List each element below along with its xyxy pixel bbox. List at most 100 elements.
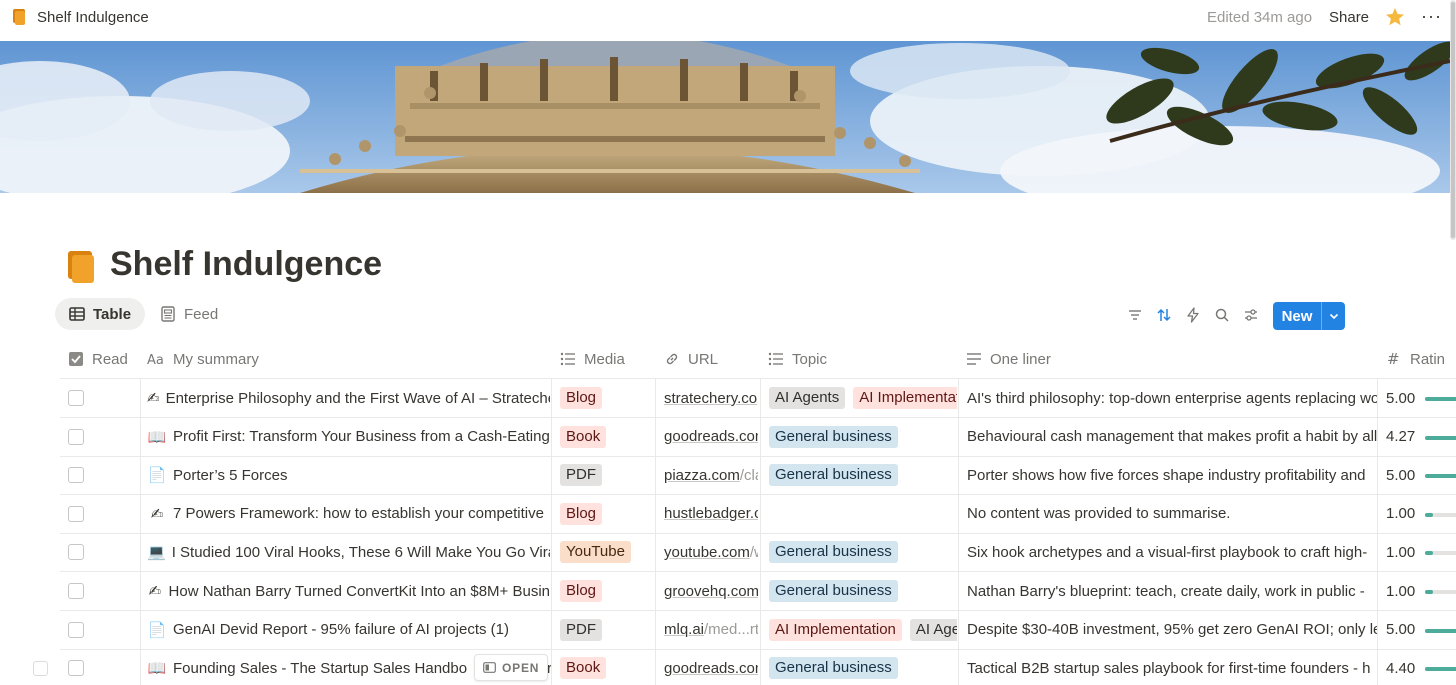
rating-cell[interactable]: 1.00 bbox=[1386, 495, 1426, 533]
book-icon[interactable] bbox=[66, 251, 96, 283]
summary-cell[interactable]: 📄 Porter’s 5 Forces bbox=[147, 456, 550, 494]
open-button[interactable]: OPEN bbox=[474, 654, 549, 682]
oneliner-cell[interactable]: Tactical B2B startup sales playbook for … bbox=[967, 649, 1377, 685]
column-header-rating[interactable]: # Ratin bbox=[1386, 340, 1445, 378]
row-select-checkbox[interactable] bbox=[33, 661, 48, 677]
url-cell[interactable]: mlq.ai/med...rt bbox=[664, 611, 758, 649]
oneliner-cell[interactable]: Behavioural cash management that makes p… bbox=[967, 418, 1377, 456]
rating-cell[interactable]: 4.27 bbox=[1386, 418, 1426, 456]
media-cell[interactable]: PDF bbox=[560, 456, 654, 494]
topic-cell[interactable]: General business bbox=[769, 533, 957, 571]
media-cell[interactable]: Book bbox=[560, 418, 654, 456]
url-cell[interactable]: stratechery.co bbox=[664, 379, 758, 417]
topic-cell[interactable]: General business bbox=[769, 418, 957, 456]
table-row[interactable]: 📄 GenAI Devid Report - 95% failure of AI … bbox=[0, 611, 1456, 650]
url-cell[interactable]: goodreads.com bbox=[664, 418, 758, 456]
favorite-star-icon[interactable] bbox=[1385, 7, 1405, 27]
rating-cell[interactable]: 5.00 bbox=[1386, 456, 1426, 494]
oneliner-cell[interactable]: Porter shows how five forces shape indus… bbox=[967, 456, 1377, 494]
summary-cell[interactable]: ✍ 7 Powers Framework: how to establish yo… bbox=[147, 495, 550, 533]
summary-cell[interactable]: 📄 GenAI Devid Report - 95% failure of AI … bbox=[147, 611, 550, 649]
summary-cell[interactable]: ✍ How Nathan Barry Turned ConvertKit Into… bbox=[147, 572, 550, 610]
tab-table[interactable]: Table bbox=[55, 298, 146, 330]
read-checkbox[interactable] bbox=[68, 544, 84, 561]
table-row[interactable]: 📖 Founding Sales - The Startup Sales Hand… bbox=[0, 649, 1456, 685]
feed-icon bbox=[161, 306, 175, 322]
summary-cell[interactable]: ✍ Enterprise Philosophy and the First Wav… bbox=[147, 379, 550, 417]
media-cell[interactable]: Blog bbox=[560, 495, 654, 533]
tab-feed[interactable]: Feed bbox=[146, 298, 232, 330]
url-cell[interactable]: goodreads.com bbox=[664, 649, 758, 685]
rating-cell[interactable]: 1.00 bbox=[1386, 533, 1426, 571]
column-header-topic[interactable]: Topic bbox=[768, 340, 827, 378]
page-title[interactable]: Shelf Indulgence bbox=[110, 245, 382, 284]
automation-icon[interactable] bbox=[1185, 307, 1201, 323]
column-header-read[interactable]: Read bbox=[68, 340, 128, 378]
url-link[interactable]: piazza.com bbox=[664, 467, 740, 484]
read-checkbox[interactable] bbox=[68, 621, 84, 638]
read-checkbox[interactable] bbox=[68, 428, 84, 445]
table-row[interactable]: ✍ How Nathan Barry Turned ConvertKit Into… bbox=[0, 572, 1456, 611]
topic-cell[interactable]: AI Implementation AI Agents bbox=[769, 611, 957, 649]
oneliner-cell[interactable]: Six hook archetypes and a visual-first p… bbox=[967, 533, 1377, 571]
url-cell[interactable]: hustlebadger.c bbox=[664, 495, 758, 533]
search-icon[interactable] bbox=[1214, 307, 1230, 323]
rating-cell[interactable]: 1.00 bbox=[1386, 572, 1426, 610]
column-header-url[interactable]: URL bbox=[664, 340, 718, 378]
oneliner-cell[interactable]: Nathan Barry's blueprint: teach, create … bbox=[967, 572, 1377, 610]
chevron-down-icon[interactable] bbox=[1322, 310, 1345, 322]
url-cell[interactable]: piazza.com/cla bbox=[664, 456, 758, 494]
sort-icon[interactable] bbox=[1156, 307, 1172, 323]
table-row[interactable]: 💻 I Studied 100 Viral Hooks, These 6 Will… bbox=[0, 533, 1456, 573]
rating-bar bbox=[1425, 590, 1456, 594]
topic-cell[interactable]: General business bbox=[769, 572, 957, 610]
url-link[interactable]: goodreads.com bbox=[664, 660, 758, 677]
table-row[interactable]: 📖 Profit First: Transform Your Business f… bbox=[0, 418, 1456, 457]
url-link[interactable]: hustlebadger.c bbox=[664, 505, 758, 522]
table-row[interactable]: ✍ 7 Powers Framework: how to establish yo… bbox=[0, 495, 1456, 534]
rating-bar bbox=[1425, 551, 1456, 556]
read-checkbox[interactable] bbox=[68, 505, 84, 522]
topic-cell[interactable]: General business bbox=[769, 456, 957, 494]
rating-cell[interactable]: 4.40 bbox=[1386, 649, 1426, 685]
new-button[interactable]: New bbox=[1273, 302, 1345, 330]
read-checkbox[interactable] bbox=[68, 390, 84, 406]
settings-icon[interactable] bbox=[1243, 307, 1259, 323]
media-cell[interactable]: Blog bbox=[560, 379, 654, 417]
share-button[interactable]: Share bbox=[1329, 9, 1369, 26]
oneliner-cell[interactable]: Despite $30-40B investment, 95% get zero… bbox=[967, 611, 1377, 649]
column-header-summary[interactable]: Aa My summary bbox=[147, 340, 259, 378]
column-header-media[interactable]: Media bbox=[560, 340, 625, 378]
summary-cell[interactable]: 💻 I Studied 100 Viral Hooks, These 6 Will… bbox=[147, 533, 550, 571]
column-header-oneliner[interactable]: One liner bbox=[966, 340, 1051, 378]
table-row[interactable]: ✍ Enterprise Philosophy and the First Wav… bbox=[0, 379, 1456, 418]
url-link[interactable]: groovehq.com bbox=[664, 583, 758, 600]
filter-icon[interactable] bbox=[1127, 307, 1143, 323]
url-link[interactable]: mlq.ai bbox=[664, 621, 704, 638]
url-cell[interactable]: youtube.com/w bbox=[664, 533, 758, 571]
rating-cell[interactable]: 5.00 bbox=[1386, 611, 1426, 649]
read-checkbox[interactable] bbox=[68, 583, 84, 599]
breadcrumb-page-title[interactable]: Shelf Indulgence bbox=[37, 9, 149, 26]
topic-cell[interactable]: AI Agents AI Implementation bbox=[769, 379, 957, 417]
url-link[interactable]: goodreads.com bbox=[664, 428, 758, 445]
topic-cell[interactable] bbox=[769, 495, 957, 533]
table-row[interactable]: 📄 Porter’s 5 Forces PDF piazza.com/cla Gener… bbox=[0, 456, 1456, 496]
url-link[interactable]: youtube.com bbox=[664, 544, 750, 561]
url-cell[interactable]: groovehq.com bbox=[664, 572, 758, 610]
more-options-button[interactable]: ··· bbox=[1421, 6, 1442, 27]
read-checkbox[interactable] bbox=[68, 660, 84, 677]
summary-cell[interactable]: 📖 Profit First: Transform Your Business f… bbox=[147, 418, 550, 456]
oneliner-cell[interactable]: AI's third philosophy: top-down enterpri… bbox=[967, 379, 1377, 417]
media-cell[interactable]: Book bbox=[560, 649, 654, 685]
media-cell[interactable]: Blog bbox=[560, 572, 654, 610]
rating-cell[interactable]: 5.00 bbox=[1386, 379, 1426, 417]
oneliner-cell[interactable]: No content was provided to summarise. bbox=[967, 495, 1377, 533]
topic-cell[interactable]: General business bbox=[769, 649, 957, 685]
url-link[interactable]: stratechery.co bbox=[664, 390, 757, 407]
media-cell[interactable]: YouTube bbox=[560, 533, 654, 571]
media-cell[interactable]: PDF bbox=[560, 611, 654, 649]
text-lines-icon bbox=[967, 353, 981, 365]
read-checkbox[interactable] bbox=[68, 467, 84, 484]
scrollbar-thumb[interactable] bbox=[1451, 2, 1455, 238]
